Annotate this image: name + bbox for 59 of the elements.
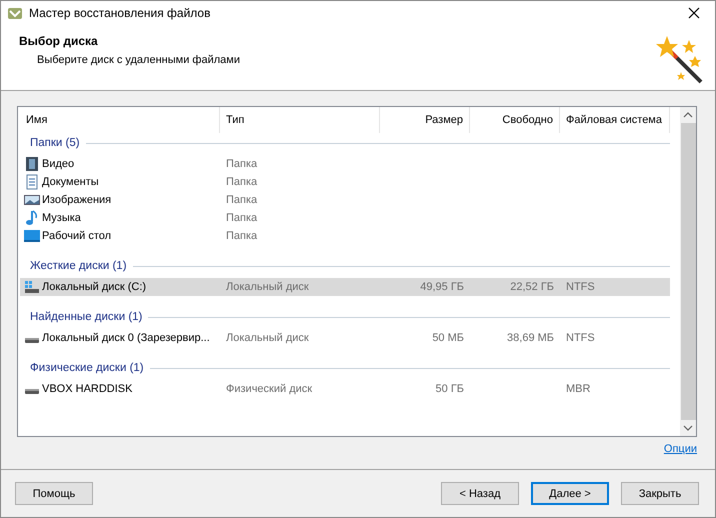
list-row[interactable]: Изображения Папка: [20, 191, 670, 209]
list-row[interactable]: Документы Папка: [20, 173, 670, 191]
group-title: Папки (5): [30, 137, 80, 149]
item-free-space: 22,52 ГБ: [509, 281, 555, 293]
list-row[interactable]: Локальный диск (C:) Локальный диск 49,95 ГБ 22,52 ГБ NTFS: [20, 278, 670, 296]
item-free-space: 38,69 МБ: [506, 332, 555, 344]
page-title: Выбор диска: [19, 34, 99, 48]
item-name: Локальный диск (C:): [42, 281, 146, 293]
item-name: Видео: [42, 158, 74, 170]
landscape-icon: [24, 192, 40, 208]
item-name: VBOX HARDDISK: [42, 383, 132, 395]
list-row[interactable]: VBOX HARDDISK Физический диск 50 ГБ MBR: [20, 380, 670, 398]
item-type: Физический диск: [225, 383, 314, 395]
drive-icon: [24, 279, 40, 295]
item-size: 50 МБ: [431, 332, 465, 344]
close-button[interactable]: Закрыть: [621, 482, 699, 505]
app-icon: [7, 5, 23, 22]
drive-icon: [25, 388, 39, 394]
item-name: Изображения: [42, 194, 112, 206]
window-title: Мастер восстановления файлов: [29, 6, 212, 20]
column-header[interactable]: Размер: [380, 107, 470, 133]
item-type: Папка: [225, 194, 258, 206]
item-file-system: NTFS: [565, 332, 596, 344]
item-name: Документы: [42, 176, 99, 188]
list-row[interactable]: Локальный диск 0 (Зарезервир... Локальный диск 50 МБ 38,69 МБ NTFS: [20, 329, 670, 347]
drive-icon: [25, 338, 39, 342]
item-type: Папка: [225, 158, 258, 170]
item-size: 49,95 ГБ: [419, 281, 465, 293]
options-link[interactable]: Опции: [664, 443, 697, 455]
item-size: 50 ГБ: [434, 383, 465, 395]
group-title: Жесткие диски (1): [30, 260, 127, 272]
column-header[interactable]: Файловая система: [560, 107, 670, 133]
list-row[interactable]: Музыка Папка: [20, 209, 670, 227]
item-type: Локальный диск: [225, 332, 310, 344]
page-subtitle: Выберите диск с удаленными файлами: [36, 54, 241, 66]
column-header[interactable]: Имя: [20, 107, 220, 133]
column-header[interactable]: Тип: [220, 107, 380, 133]
back-button[interactable]: < Назад: [441, 482, 519, 505]
item-file-system: MBR: [565, 383, 592, 395]
item-type: Папка: [225, 176, 258, 188]
column-header[interactable]: Свободно: [470, 107, 560, 133]
group-title: Найденные диски (1): [30, 311, 142, 323]
list-row[interactable]: Рабочий стол Папка: [20, 227, 670, 245]
desktop-icon: [24, 228, 40, 244]
help-button[interactable]: Помощь: [15, 482, 93, 505]
item-type: Локальный диск: [225, 281, 310, 293]
music-note-icon: [24, 210, 40, 226]
group-title: Физические диски (1): [30, 362, 144, 374]
scrollbar-thumb[interactable]: [680, 123, 696, 420]
document-icon: [24, 174, 40, 190]
list-row[interactable]: Видео Папка: [20, 155, 670, 173]
item-name: Рабочий стол: [42, 230, 112, 242]
item-type: Папка: [225, 212, 258, 224]
item-type: Папка: [225, 230, 258, 242]
item-file-system: NTFS: [565, 281, 596, 293]
film-icon: [24, 156, 40, 172]
next-button[interactable]: Далее >: [531, 482, 609, 505]
item-name: Локальный диск 0 (Зарезервир...: [42, 332, 210, 344]
item-name: Музыка: [42, 212, 81, 224]
